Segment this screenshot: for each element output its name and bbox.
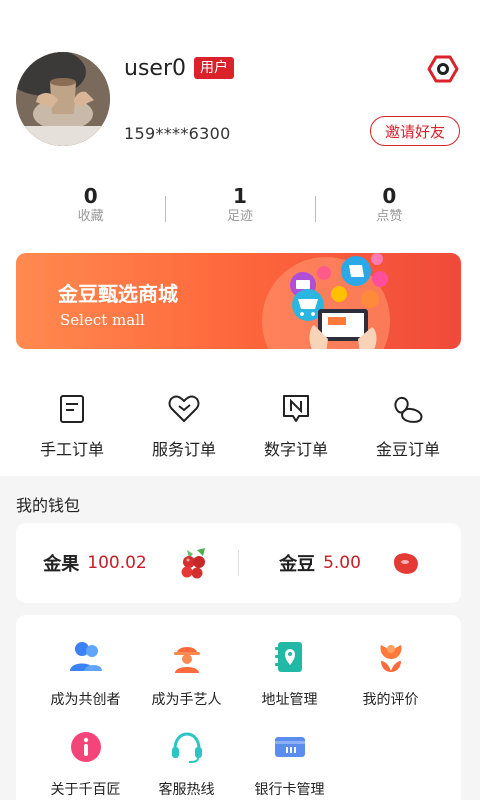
tool-bank-card-management[interactable]: 银行卡管理 <box>234 729 345 799</box>
stat-value: 1 <box>233 184 247 208</box>
banner-subtitle: Select mall <box>60 311 145 329</box>
tool-label: 我的评价 <box>362 692 419 708</box>
order-service[interactable]: 服务订单 <box>128 392 240 464</box>
orders-section: 手工订单 服务订单 数字订单 金豆订单 <box>16 392 464 464</box>
tool-address-management[interactable]: 地址管理 <box>234 639 345 709</box>
tool-about[interactable]: 关于千百匠 <box>30 729 141 799</box>
users-icon <box>69 642 102 671</box>
stat-label: 足迹 <box>226 209 253 224</box>
wallet-card: 金果 100.02 金豆 5.00 <box>16 523 461 603</box>
order-digital[interactable]: 数字订单 <box>240 392 352 464</box>
order-label: 数字订单 <box>263 440 328 459</box>
tool-label: 客服热线 <box>158 782 215 798</box>
tool-label: 关于千百匠 <box>50 782 121 798</box>
invite-friends-button[interactable]: 邀请好友 <box>370 116 460 146</box>
craftsman-icon <box>173 647 200 673</box>
role-badge: 用户 <box>194 57 234 79</box>
tool-label: 银行卡管理 <box>254 782 325 798</box>
tools-grid: 成为共创者 成为手艺人 地址管理 我的评价 关于千百匠 客服热线 银行卡管理 <box>16 615 461 800</box>
settings-hexagon-icon <box>427 55 459 83</box>
stat-favorites[interactable]: 0 收藏 <box>16 184 165 230</box>
stats-bar: 0 收藏 1 足迹 0 点赞 <box>16 184 464 230</box>
tool-become-craftsman[interactable]: 成为手艺人 <box>131 639 242 709</box>
avatar[interactable] <box>16 52 110 146</box>
jindou-label: 金豆 <box>279 554 316 575</box>
flower-icon <box>379 645 402 672</box>
username: user0 <box>124 56 186 81</box>
phone-number: 159****6300 <box>124 124 231 143</box>
tool-label: 地址管理 <box>261 692 318 708</box>
headset-icon <box>171 732 202 763</box>
stat-value: 0 <box>83 184 98 208</box>
bank-card-icon <box>274 737 305 757</box>
jindou-value: 5.00 <box>323 553 361 573</box>
stat-label: 点赞 <box>376 209 403 224</box>
stat-likes[interactable]: 0 点赞 <box>314 184 464 230</box>
select-mall-banner[interactable]: 金豆甄选商城 Select mall <box>16 253 461 349</box>
document-icon <box>60 395 84 423</box>
address-book-icon <box>274 642 302 672</box>
tool-customer-hotline[interactable]: 客服热线 <box>131 729 242 799</box>
jinguo-value: 100.02 <box>87 553 147 573</box>
stat-value: 0 <box>382 184 397 208</box>
shopping-illustration-icon <box>262 253 390 349</box>
tool-label: 成为手艺人 <box>151 692 222 708</box>
wallet-title: 我的钱包 <box>16 496 81 515</box>
order-label: 手工订单 <box>39 440 104 459</box>
tool-become-cocreator[interactable]: 成为共创者 <box>30 639 141 709</box>
tool-label: 成为共创者 <box>50 692 121 708</box>
stat-footprints[interactable]: 1 足迹 <box>165 184 314 230</box>
tool-my-reviews[interactable]: 我的评价 <box>335 639 446 709</box>
heart-icon <box>168 395 200 422</box>
stat-label: 收藏 <box>77 209 104 224</box>
settings-button[interactable] <box>424 50 462 88</box>
banner-title: 金豆甄选商城 <box>58 282 178 306</box>
red-berries-icon <box>181 548 205 579</box>
jindou-balance[interactable]: 金豆 5.00 <box>239 548 461 578</box>
order-label: 金豆订单 <box>375 440 440 459</box>
bean-icon <box>394 396 423 423</box>
info-icon <box>70 732 101 762</box>
order-label: 服务订单 <box>151 440 216 459</box>
jinguo-balance[interactable]: 金果 100.02 <box>16 546 238 580</box>
jinguo-label: 金果 <box>43 554 80 575</box>
red-bean-icon <box>393 553 418 574</box>
n-chat-icon <box>283 395 309 422</box>
order-golden-bean[interactable]: 金豆订单 <box>352 392 464 464</box>
order-handmade[interactable]: 手工订单 <box>16 392 128 464</box>
